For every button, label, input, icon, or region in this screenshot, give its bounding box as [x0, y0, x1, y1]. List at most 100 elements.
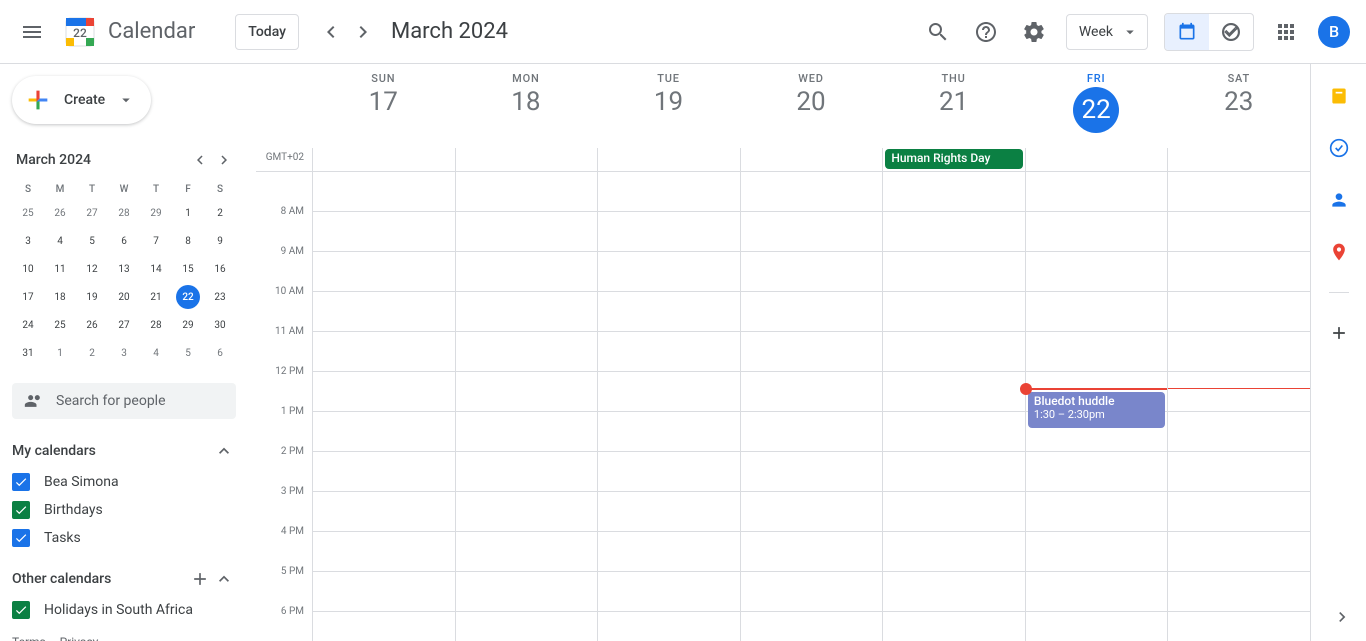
- day-header[interactable]: WED20: [740, 64, 883, 148]
- mini-calendar-day[interactable]: 24: [16, 313, 40, 337]
- day-header[interactable]: FRI22: [1025, 64, 1168, 148]
- mini-calendar-day[interactable]: 4: [48, 229, 72, 253]
- calendar-checkbox[interactable]: [12, 601, 30, 619]
- mini-calendar-day[interactable]: 17: [16, 285, 40, 309]
- add-calendar-button[interactable]: [188, 567, 212, 591]
- keep-app-icon[interactable]: [1323, 80, 1355, 112]
- mini-calendar-day[interactable]: 2: [208, 201, 232, 225]
- day-column[interactable]: [882, 172, 1025, 641]
- mini-calendar-day[interactable]: 8: [176, 229, 200, 253]
- mini-calendar-day[interactable]: 6: [208, 341, 232, 365]
- settings-button[interactable]: [1014, 12, 1054, 52]
- mini-calendar-day[interactable]: 23: [208, 285, 232, 309]
- mini-calendar-day[interactable]: 26: [80, 313, 104, 337]
- tasks-app-icon[interactable]: [1323, 132, 1355, 164]
- mini-calendar-day[interactable]: 27: [112, 313, 136, 337]
- mini-calendar-day[interactable]: 14: [144, 257, 168, 281]
- mini-calendar-day[interactable]: 1: [48, 341, 72, 365]
- mini-calendar-day[interactable]: 31: [16, 341, 40, 365]
- calendar-checkbox[interactable]: [12, 473, 30, 491]
- next-week-button[interactable]: [347, 16, 379, 48]
- mini-calendar-day[interactable]: 22: [176, 285, 200, 309]
- day-column[interactable]: [455, 172, 598, 641]
- day-column[interactable]: [740, 172, 883, 641]
- day-column[interactable]: [312, 172, 455, 641]
- allday-cell[interactable]: [740, 148, 883, 171]
- tasks-view-button[interactable]: [1209, 14, 1253, 50]
- mini-calendar-day[interactable]: 3: [112, 341, 136, 365]
- calendar-checkbox[interactable]: [12, 529, 30, 547]
- calendar-item: Holidays in South Africa: [12, 601, 236, 619]
- day-header[interactable]: MON18: [455, 64, 598, 148]
- mini-calendar-day[interactable]: 5: [176, 341, 200, 365]
- search-people-input[interactable]: Search for people: [12, 383, 236, 419]
- mini-calendar-day[interactable]: 3: [16, 229, 40, 253]
- terms-link[interactable]: Terms: [12, 635, 46, 641]
- mini-calendar-day[interactable]: 19: [80, 285, 104, 309]
- mini-calendar-day[interactable]: 29: [176, 313, 200, 337]
- my-calendars-header[interactable]: My calendars: [12, 439, 236, 463]
- mini-calendar-day[interactable]: 1: [176, 201, 200, 225]
- mini-calendar-day[interactable]: 2: [80, 341, 104, 365]
- mini-calendar-day[interactable]: 15: [176, 257, 200, 281]
- mini-prev-month[interactable]: [188, 148, 212, 172]
- google-apps-button[interactable]: [1266, 12, 1306, 52]
- allday-cell[interactable]: Human Rights Day: [882, 148, 1025, 171]
- allday-cell[interactable]: [312, 148, 455, 171]
- mini-next-month[interactable]: [212, 148, 236, 172]
- view-selector[interactable]: Week: [1066, 14, 1148, 50]
- other-calendars-header[interactable]: Other calendars: [12, 567, 236, 591]
- mini-calendar-day[interactable]: 28: [144, 313, 168, 337]
- day-header[interactable]: TUE19: [597, 64, 740, 148]
- mini-calendar-day[interactable]: 7: [144, 229, 168, 253]
- mini-calendar-day[interactable]: 13: [112, 257, 136, 281]
- hour-label: 8 AM: [256, 206, 312, 246]
- account-avatar[interactable]: B: [1318, 16, 1350, 48]
- mini-calendar-day[interactable]: 26: [48, 201, 72, 225]
- today-button[interactable]: Today: [235, 14, 299, 50]
- allday-cell[interactable]: [455, 148, 598, 171]
- day-column[interactable]: Bluedot huddle1:30 – 2:30pm: [1025, 172, 1168, 641]
- mini-calendar-day[interactable]: 4: [144, 341, 168, 365]
- allday-event[interactable]: Human Rights Day: [885, 149, 1023, 169]
- mini-calendar-day[interactable]: 20: [112, 285, 136, 309]
- day-header[interactable]: SAT23: [1167, 64, 1310, 148]
- mini-dow-label: F: [172, 180, 204, 199]
- calendar-checkbox[interactable]: [12, 501, 30, 519]
- hide-side-panel-button[interactable]: [1326, 601, 1358, 633]
- mini-calendar-grid[interactable]: SMTWTFS252627282912345678910111213141516…: [12, 180, 236, 367]
- mini-calendar-day[interactable]: 11: [48, 257, 72, 281]
- day-column[interactable]: [597, 172, 740, 641]
- allday-cell[interactable]: [597, 148, 740, 171]
- calendar-view-button[interactable]: [1165, 14, 1209, 50]
- mini-calendar-day[interactable]: 12: [80, 257, 104, 281]
- prev-week-button[interactable]: [315, 16, 347, 48]
- calendar-event[interactable]: Bluedot huddle1:30 – 2:30pm: [1028, 392, 1166, 428]
- mini-calendar-day[interactable]: 25: [48, 313, 72, 337]
- allday-cell[interactable]: [1025, 148, 1168, 171]
- mini-calendar-day[interactable]: 5: [80, 229, 104, 253]
- mini-calendar-day[interactable]: 16: [208, 257, 232, 281]
- mini-calendar-day[interactable]: 25: [16, 201, 40, 225]
- mini-calendar-day[interactable]: 6: [112, 229, 136, 253]
- mini-calendar-day[interactable]: 29: [144, 201, 168, 225]
- privacy-link[interactable]: Privacy: [60, 635, 99, 641]
- get-addons-button[interactable]: [1323, 317, 1355, 349]
- mini-calendar-day[interactable]: 28: [112, 201, 136, 225]
- day-header[interactable]: SUN17: [312, 64, 455, 148]
- mini-calendar-day[interactable]: 30: [208, 313, 232, 337]
- contacts-app-icon[interactable]: [1323, 184, 1355, 216]
- day-header[interactable]: THU21: [882, 64, 1025, 148]
- allday-cell[interactable]: [1167, 148, 1310, 171]
- main-menu-button[interactable]: [8, 8, 56, 56]
- mini-calendar-day[interactable]: 27: [80, 201, 104, 225]
- day-column[interactable]: [1167, 172, 1310, 641]
- search-button[interactable]: [918, 12, 958, 52]
- support-button[interactable]: [966, 12, 1006, 52]
- mini-calendar-day[interactable]: 10: [16, 257, 40, 281]
- mini-calendar-day[interactable]: 21: [144, 285, 168, 309]
- mini-calendar-day[interactable]: 18: [48, 285, 72, 309]
- create-button[interactable]: Create: [12, 76, 151, 124]
- maps-app-icon[interactable]: [1323, 236, 1355, 268]
- mini-calendar-day[interactable]: 9: [208, 229, 232, 253]
